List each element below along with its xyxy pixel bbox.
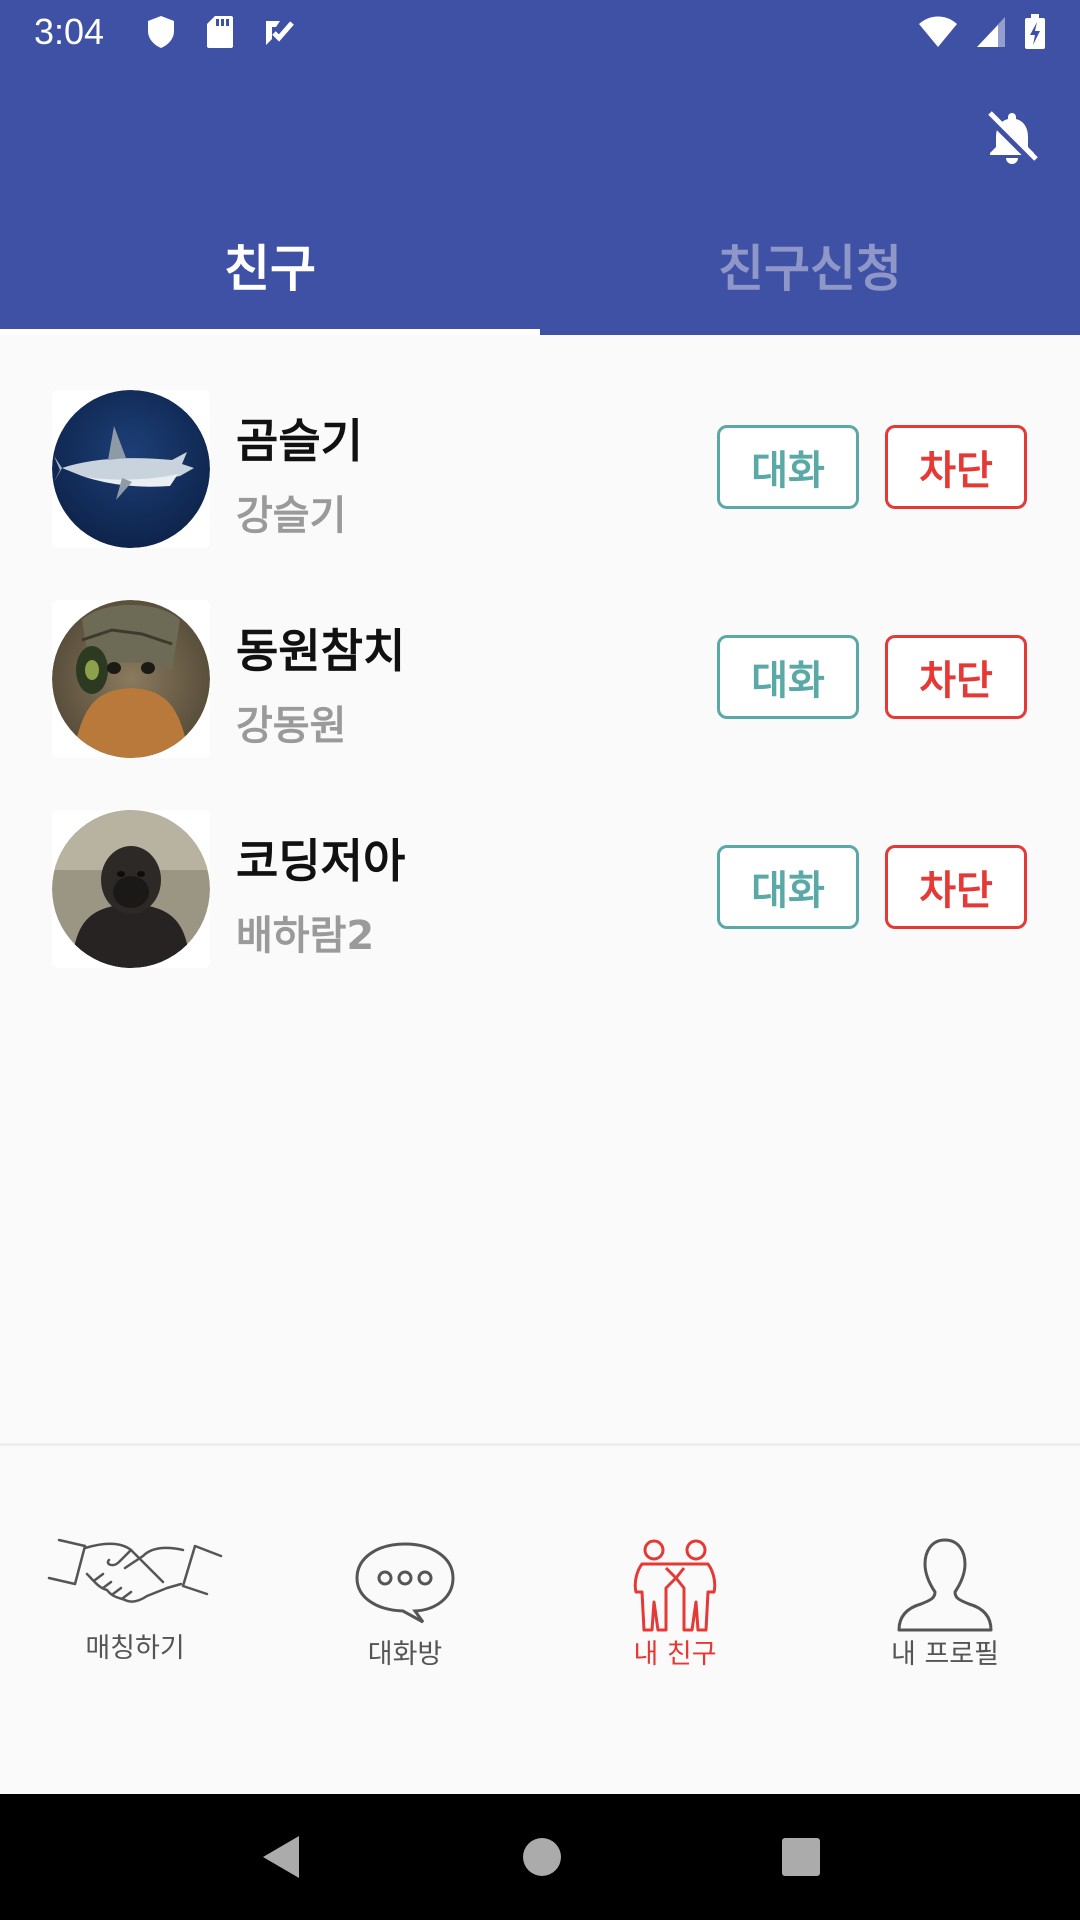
nav-matching[interactable]: 매칭하기 — [0, 1446, 270, 1794]
nav-my-profile[interactable]: 내 프로필 — [810, 1446, 1080, 1794]
friend-nickname: 동원참치 — [236, 624, 406, 678]
tab-friends[interactable]: 친구 — [0, 195, 540, 335]
task-check-icon — [266, 20, 294, 45]
back-icon[interactable] — [259, 1834, 303, 1880]
battery-icon — [1025, 13, 1045, 49]
block-button[interactable]: 차단 — [885, 635, 1027, 719]
recents-icon[interactable] — [781, 1837, 821, 1877]
sd-card-icon — [207, 15, 234, 48]
status-bar: 3:04 — [0, 0, 1080, 63]
notifications-off-button[interactable] — [982, 107, 1042, 167]
tab-friend-requests-label: 친구신청 — [718, 240, 902, 298]
shark-avatar-image — [52, 390, 210, 548]
chat-button[interactable]: 대화 — [717, 845, 859, 929]
friend-nickname: 곰슬기 — [236, 414, 363, 468]
bell-off-icon — [984, 111, 1040, 167]
turtle-avatar-image — [52, 600, 210, 758]
avatar[interactable] — [52, 810, 210, 968]
friend-name: 배하람2 — [236, 913, 375, 959]
block-button[interactable]: 차단 — [885, 845, 1027, 929]
signal-icon — [977, 16, 1005, 47]
profile-icon — [897, 1538, 993, 1632]
friend-name: 강동원 — [236, 703, 347, 749]
handshake-icon — [47, 1538, 223, 1603]
chat-button[interactable]: 대화 — [717, 425, 859, 509]
wifi-icon — [919, 16, 957, 47]
avatar[interactable] — [52, 390, 210, 548]
screen: 3:04 친구 친구신청 곰슬기 강슬기 대화 차단 동원참치 강동원 대화 차… — [0, 0, 1080, 1920]
chat-button[interactable]: 대화 — [717, 635, 859, 719]
nav-chat-rooms-label: 대화방 — [367, 1639, 443, 1670]
nav-my-friends[interactable]: 내 친구 — [540, 1446, 810, 1794]
status-icons-right — [918, 13, 1046, 50]
nav-my-profile-label: 내 프로필 — [891, 1639, 999, 1670]
status-icons-left — [146, 15, 294, 49]
chat-bubble-icon — [355, 1542, 455, 1624]
block-button[interactable]: 차단 — [885, 425, 1027, 509]
app-bar: 친구 친구신청 — [0, 63, 1080, 335]
friend-list: 곰슬기 강슬기 대화 차단 동원참치 강동원 대화 차단 코딩저아 배하람2 대… — [0, 335, 1080, 968]
list-item: 곰슬기 강슬기 대화 차단 — [0, 335, 1080, 548]
friend-nickname: 코딩저아 — [236, 834, 406, 888]
tab-bar: 친구 친구신청 — [0, 195, 1080, 335]
bottom-nav: 매칭하기 대화방 내 친구 내 프로필 — [0, 1446, 1080, 1794]
system-nav-bar — [0, 1794, 1080, 1920]
home-icon[interactable] — [522, 1837, 562, 1877]
gorilla-avatar-image — [52, 810, 210, 968]
tab-friend-requests[interactable]: 친구신청 — [540, 195, 1080, 335]
nav-chat-rooms[interactable]: 대화방 — [270, 1446, 540, 1794]
nav-my-friends-label: 내 친구 — [633, 1639, 717, 1670]
nav-matching-label: 매칭하기 — [85, 1633, 185, 1664]
shield-icon — [148, 15, 175, 48]
friends-icon — [633, 1539, 717, 1632]
friend-name: 강슬기 — [236, 493, 347, 539]
status-time: 3:04 — [34, 10, 105, 52]
tab-friends-label: 친구 — [224, 240, 316, 298]
avatar[interactable] — [52, 600, 210, 758]
list-item: 코딩저아 배하람2 대화 차단 — [0, 755, 1080, 968]
list-item: 동원참치 강동원 대화 차단 — [0, 545, 1080, 758]
